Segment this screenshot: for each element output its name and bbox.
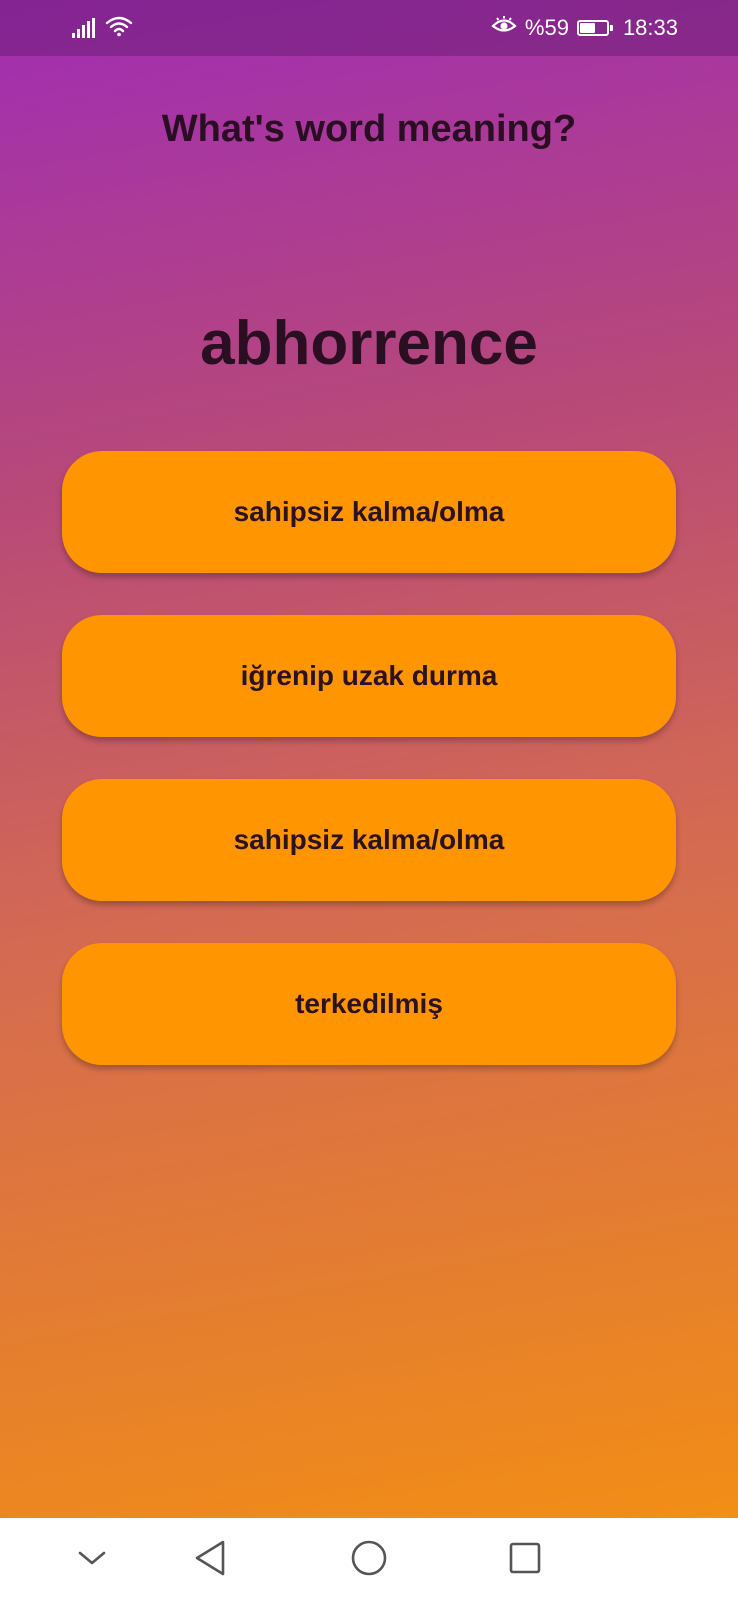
status-right: %59 18:33 [491,15,678,41]
answer-option-4[interactable]: terkedilmiş [62,943,676,1065]
question-title: What's word meaning? [161,108,577,150]
eye-comfort-icon [491,15,517,41]
navigation-bar [0,1518,738,1600]
battery-fill [579,23,596,33]
answer-option-3[interactable]: sahipsiz kalma/olma [62,779,676,901]
battery-percent: %59 [524,15,569,40]
answer-options: sahipsiz kalma/olma iğrenip uzak durma s… [62,451,676,1107]
recents-square-icon[interactable] [503,1538,547,1578]
status-bar: %59 18:33 [0,0,738,56]
home-circle-icon[interactable] [347,1538,391,1578]
target-word: abhorrence [200,309,538,378]
screen: %59 18:33 What's word meaning? abhorrenc… [0,0,738,1600]
wifi-icon [105,15,133,42]
status-left [72,15,133,42]
chevron-down-icon[interactable] [70,1538,114,1578]
answer-option-2[interactable]: iğrenip uzak durma [62,615,676,737]
back-triangle-icon[interactable] [188,1538,232,1578]
clock: 18:33 [622,15,678,40]
answer-option-1[interactable]: sahipsiz kalma/olma [62,451,676,573]
signal-icon [72,18,95,38]
battery-icon [576,20,613,36]
